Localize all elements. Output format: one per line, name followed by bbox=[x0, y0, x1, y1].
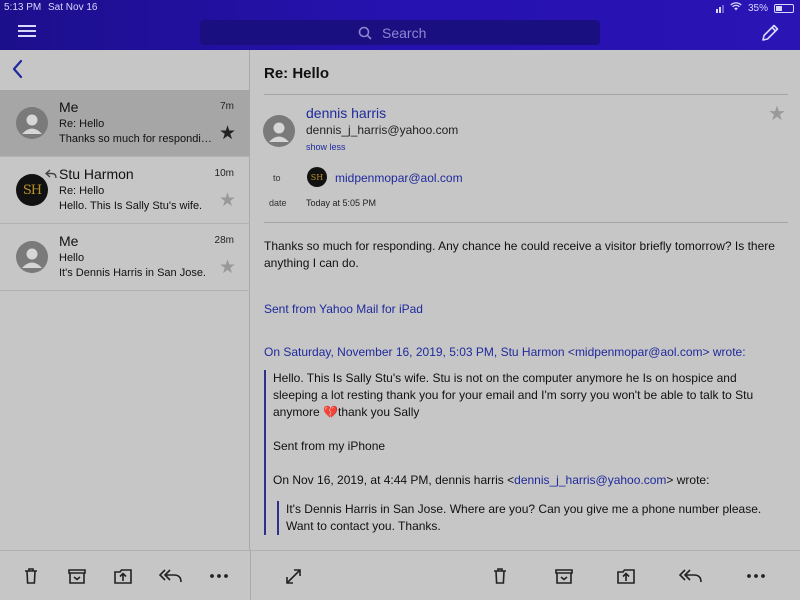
quoted-message: Hello. This Is Sally Stu's wife. Stu is … bbox=[264, 370, 784, 535]
person-icon bbox=[22, 248, 42, 268]
trash-icon[interactable] bbox=[489, 566, 511, 586]
to-label: to bbox=[273, 173, 281, 183]
person-icon bbox=[22, 114, 42, 134]
from-name[interactable]: dennis harris bbox=[306, 105, 386, 121]
signal-icon bbox=[715, 4, 724, 13]
message-time: 28m bbox=[214, 235, 234, 246]
message-list-pane: Me 7m Re: Hello Thanks so much for respo… bbox=[0, 50, 250, 550]
recipient-avatar: SH bbox=[307, 167, 327, 187]
more-dots-icon[interactable] bbox=[208, 566, 230, 586]
nested-email-link[interactable]: dennis_j_harris@yahoo.com bbox=[514, 473, 666, 487]
archive-icon[interactable] bbox=[553, 566, 575, 586]
avatar bbox=[16, 107, 48, 139]
archive-icon[interactable] bbox=[66, 566, 88, 586]
message-title: Re: Hello bbox=[264, 65, 330, 82]
star-filled-icon[interactable]: ★ bbox=[219, 124, 236, 143]
message-body: Thanks so much for responding. Any chanc… bbox=[264, 239, 775, 270]
nested-quoted-body: It's Dennis Harris in San Jose. Where ar… bbox=[286, 502, 762, 533]
avatar: SH bbox=[16, 174, 48, 206]
star-empty-icon[interactable]: ★ bbox=[768, 101, 786, 126]
message-subject: Hello bbox=[59, 252, 85, 264]
search-input[interactable] bbox=[382, 24, 442, 41]
battery-icon bbox=[774, 3, 794, 13]
divider bbox=[264, 94, 788, 95]
message-preview: Hello. This Is Sally Stu's wife. bbox=[59, 200, 203, 212]
date-value: Today at 5:05 PM bbox=[306, 198, 377, 208]
status-indicators: 35% bbox=[715, 2, 794, 14]
show-less-link[interactable]: show less bbox=[306, 142, 346, 152]
trash-icon[interactable] bbox=[20, 566, 42, 586]
reply-all-icon[interactable] bbox=[678, 566, 704, 586]
person-icon bbox=[269, 122, 289, 142]
status-time: 5:13 PM bbox=[4, 2, 42, 13]
message-list-item[interactable]: SH Stu Harmon 10m Re: Hello Hello. This … bbox=[0, 157, 250, 224]
message-detail-pane: Re: Hello dennis harris dennis_j_harris@… bbox=[251, 50, 800, 550]
divider bbox=[264, 222, 788, 223]
message-list-item[interactable]: Me 28m Hello It's Dennis Harris in San J… bbox=[0, 224, 250, 291]
battery-percent: 35% bbox=[747, 2, 768, 14]
move-to-folder-icon[interactable] bbox=[615, 566, 637, 586]
status-bar: 5:13 PM Sat Nov 16 35% bbox=[0, 0, 800, 16]
nested-quoted-message: It's Dennis Harris in San Jose. Where ar… bbox=[277, 501, 784, 535]
search-bar[interactable] bbox=[200, 20, 600, 45]
message-preview: Thanks so much for responding. bbox=[59, 133, 214, 145]
search-icon bbox=[358, 26, 372, 40]
from-email: dennis_j_harris@yahoo.com bbox=[306, 123, 459, 137]
move-to-folder-icon[interactable] bbox=[112, 566, 134, 586]
more-dots-icon[interactable] bbox=[745, 566, 767, 586]
replied-icon bbox=[45, 169, 57, 179]
reply-all-icon[interactable] bbox=[158, 566, 184, 586]
sender-name: Stu Harmon bbox=[59, 166, 134, 182]
message-preview: It's Dennis Harris in San Jose. bbox=[59, 267, 206, 279]
star-empty-icon[interactable]: ★ bbox=[219, 191, 236, 210]
message-list-item[interactable]: Me 7m Re: Hello Thanks so much for respo… bbox=[0, 90, 250, 157]
message-subject: Re: Hello bbox=[59, 118, 105, 130]
chevron-left-icon[interactable] bbox=[10, 58, 26, 80]
signature-link[interactable]: Sent from Yahoo Mail for iPad bbox=[264, 301, 789, 318]
expand-icon[interactable] bbox=[283, 566, 305, 586]
message-subject: Re: Hello bbox=[59, 185, 105, 197]
message-time: 10m bbox=[214, 168, 234, 179]
quoted-body: Hello. This Is Sally Stu's wife. Stu is … bbox=[273, 371, 754, 419]
message-time: 7m bbox=[220, 101, 234, 112]
sender-name: Me bbox=[59, 99, 79, 115]
hamburger-menu-icon[interactable] bbox=[16, 22, 38, 42]
broken-heart-icon: 💔 bbox=[323, 405, 338, 419]
quoted-signature: Sent from my iPhone bbox=[273, 439, 386, 453]
avatar bbox=[263, 115, 295, 147]
nested-quote-header: On Nov 16, 2019, at 4:44 PM, dennis harr… bbox=[273, 473, 710, 487]
bottom-toolbar bbox=[0, 550, 800, 600]
compose-pencil-icon[interactable] bbox=[759, 22, 781, 44]
wifi-icon bbox=[730, 2, 742, 14]
star-empty-icon[interactable]: ★ bbox=[219, 258, 236, 277]
status-date: Sat Nov 16 bbox=[48, 2, 98, 13]
sender-name: Me bbox=[59, 233, 79, 249]
top-bar: 5:13 PM Sat Nov 16 35% bbox=[0, 0, 800, 50]
date-label: date bbox=[269, 198, 287, 208]
avatar bbox=[16, 241, 48, 273]
recipient-email[interactable]: midpenmopar@aol.com bbox=[335, 171, 463, 185]
divider bbox=[250, 551, 251, 600]
quote-header: On Saturday, November 16, 2019, 5:03 PM,… bbox=[264, 345, 746, 359]
